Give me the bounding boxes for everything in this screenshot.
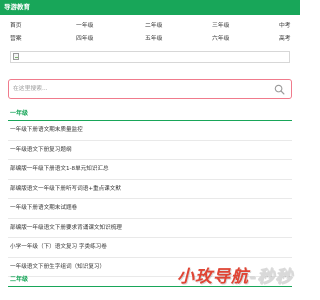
watermark-main: 小玫导航 — [177, 266, 249, 287]
nav-link-home[interactable]: 首页 — [10, 22, 22, 30]
broken-image-icon — [13, 53, 19, 60]
nav-link-zhongkao[interactable]: 中考 — [279, 22, 291, 30]
nav-link-gaokao[interactable]: 高考 — [279, 35, 291, 43]
article-link[interactable]: 小学一年级（下）语文复习 字类练习卷 — [8, 238, 292, 258]
nav-link-grade-3[interactable]: 三年级 — [212, 22, 229, 30]
article-list: 一年级下册语文期末质量监控 一年级语文下册复习题纲 部编版一年级下册语文1-8单… — [8, 121, 292, 277]
nav-link-grade-2[interactable]: 二年级 — [145, 22, 162, 30]
watermark-text: 小玫导航-秒秒 — [177, 262, 293, 287]
search-icon[interactable] — [274, 84, 285, 95]
nav-link-grade-1[interactable]: 一年级 — [76, 22, 93, 30]
nav-link-plans[interactable]: 营案 — [10, 35, 22, 43]
site-logo[interactable]: 导游教育 — [4, 3, 30, 11]
grade-nav-row: 营案 四年级 五年级 六年级 高考 — [0, 33, 300, 46]
site-watermark: 小玫导航-秒秒 — [177, 262, 300, 287]
section-title[interactable]: 一年级 — [8, 108, 292, 121]
search-input[interactable] — [13, 83, 263, 95]
banner-image[interactable] — [10, 51, 290, 63]
watermark-tail: -秒秒 — [249, 266, 294, 287]
article-link[interactable]: 一年级语文下册复习题纲 — [8, 141, 292, 160]
top-header-bar: 导游教育 — [0, 0, 300, 15]
article-link[interactable]: 一年级下册语文期末试题卷 — [8, 199, 292, 219]
article-link[interactable]: 部编版一年级下册语文1-8单元知识汇总 — [8, 160, 292, 180]
article-link[interactable]: 部编版语文一年级下册听写词语+重点课文默 — [8, 180, 292, 199]
grade-navigation: 首页 一年级 二年级 三年级 中考 营案 四年级 五年级 六年级 高考 — [0, 20, 300, 46]
article-link[interactable]: 部编版一年级语文下册要求背诵课文知识梳理 — [8, 219, 292, 238]
nav-link-grade-5[interactable]: 五年级 — [145, 35, 162, 43]
nav-link-grade-4[interactable]: 四年级 — [76, 35, 93, 43]
nav-link-grade-6[interactable]: 六年级 — [212, 35, 229, 43]
search-box — [8, 79, 292, 99]
article-link[interactable]: 一年级下册语文期末质量监控 — [8, 121, 292, 141]
grade-nav-row: 首页 一年级 二年级 三年级 中考 — [0, 20, 300, 33]
section-grade-1: 一年级 一年级下册语文期末质量监控 一年级语文下册复习题纲 部编版一年级下册语文… — [8, 108, 292, 277]
